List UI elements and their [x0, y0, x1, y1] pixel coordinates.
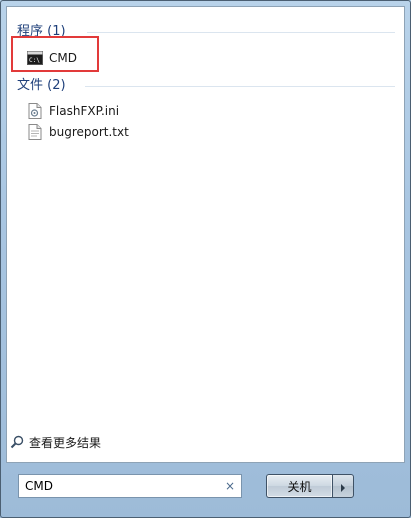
search-box[interactable]: ×	[18, 474, 242, 498]
see-more-label: 查看更多结果	[29, 435, 102, 450]
result-item-label: bugreport.txt	[49, 125, 129, 139]
shutdown-button-group: 关机	[266, 474, 356, 498]
magnifier-icon	[10, 435, 24, 449]
ini-settings-file-icon	[27, 103, 43, 119]
result-item-label: FlashFXP.ini	[49, 104, 120, 118]
shutdown-options-button[interactable]	[332, 474, 354, 498]
shutdown-button[interactable]: 关机	[266, 474, 332, 498]
clear-search-icon[interactable]: ×	[221, 479, 239, 493]
result-item-flashfxp-ini[interactable]: FlashFXP.ini	[27, 100, 119, 122]
group-divider-files	[85, 86, 395, 87]
result-item-bugreport-txt[interactable]: bugreport.txt	[27, 121, 129, 143]
text-file-icon	[27, 124, 43, 140]
search-results-panel: 程序 (1) C:\ CMD 文件 (2) FlashFXP.ini bugre…	[6, 6, 405, 463]
group-divider-programs	[87, 32, 395, 33]
see-more-results-link[interactable]: 查看更多结果	[10, 432, 101, 452]
group-header-files: 文件 (2)	[17, 78, 66, 93]
highlight-box	[11, 36, 99, 72]
search-input[interactable]	[19, 476, 221, 496]
chevron-right-icon	[340, 477, 346, 496]
